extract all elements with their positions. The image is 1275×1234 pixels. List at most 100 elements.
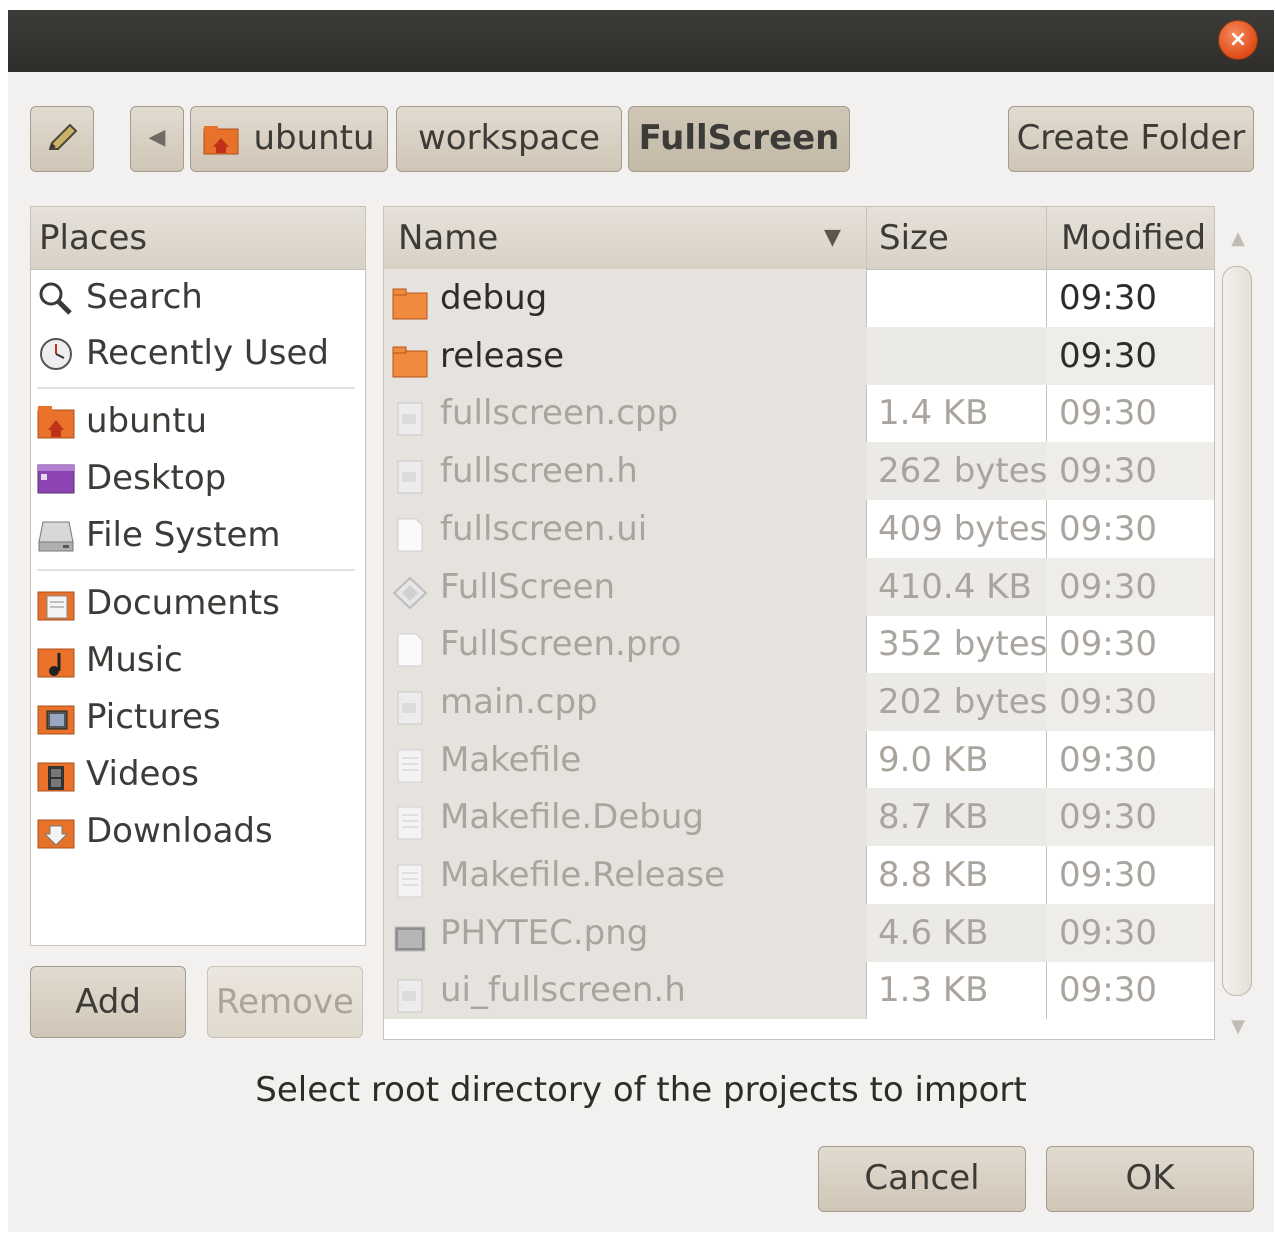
crumb-workspace[interactable]: workspace: [396, 106, 622, 172]
dialog-message: Select root directory of the projects to…: [255, 1070, 1027, 1110]
file-row[interactable]: FullScreen 410.4 KB 09:30: [384, 557, 1214, 616]
downloads-folder-icon: [37, 819, 75, 849]
file-modified: 09:30: [1059, 912, 1157, 953]
places-item-label: Music: [86, 640, 183, 680]
places-item-recently-used[interactable]: Recently Used: [31, 325, 365, 381]
clock-icon: [40, 338, 72, 370]
places-separator: [37, 387, 355, 389]
file-name: debug: [440, 278, 548, 318]
cancel-button[interactable]: Cancel: [818, 1146, 1026, 1212]
remove-bookmark-button[interactable]: Remove: [207, 966, 363, 1038]
file-chooser-dialog: × ◀ ubuntu workspace FullScreen Create F…: [8, 10, 1274, 1232]
file-name: Makefile.Debug: [440, 797, 704, 838]
file-name: main.cpp: [440, 681, 598, 722]
column-header-name[interactable]: Name: [398, 207, 498, 269]
file-row[interactable]: release 09:30: [384, 326, 1214, 385]
add-bookmark-button[interactable]: Add: [30, 966, 186, 1038]
places-item-file-system[interactable]: File System: [31, 507, 365, 563]
places-item-ubuntu[interactable]: ubuntu: [31, 393, 365, 449]
file-modified: 09:30: [1059, 624, 1157, 665]
file-modified: 09:30: [1059, 855, 1157, 895]
file-name: release: [440, 335, 564, 376]
places-item-label: Desktop: [86, 458, 227, 498]
file-name: fullscreen.cpp: [440, 393, 679, 434]
create-folder-button[interactable]: Create Folder: [1008, 106, 1254, 172]
executable-icon: [392, 570, 428, 609]
close-button[interactable]: ×: [1218, 20, 1258, 60]
file-name: Makefile: [440, 739, 582, 780]
desktop-icon: [37, 464, 75, 494]
places-item-music[interactable]: Music: [31, 632, 365, 688]
crumb-fullscreen[interactable]: FullScreen: [628, 106, 850, 172]
file-row[interactable]: Makefile 9.0 KB 09:30: [384, 730, 1214, 789]
file-modified: 09:30: [1059, 970, 1157, 1011]
pictures-folder-icon: [37, 705, 75, 735]
file-modified: 09:30: [1059, 681, 1157, 722]
file-size: 4.6 KB: [878, 912, 989, 953]
path-back-button[interactable]: ◀: [130, 106, 184, 172]
file-size: 262 bytes: [878, 451, 1048, 492]
folder-icon: [392, 281, 428, 320]
places-item-label: Downloads: [86, 811, 273, 851]
file-name: fullscreen.ui: [440, 508, 648, 549]
file-modified: 09:30: [1059, 566, 1157, 607]
file-list-scrollbar[interactable]: ▲ ▼: [1220, 220, 1256, 1040]
file-row[interactable]: main.cpp 202 bytes 09:30: [384, 672, 1214, 731]
places-item-documents[interactable]: Documents: [31, 575, 365, 631]
crumb-ubuntu[interactable]: ubuntu: [190, 106, 388, 172]
places-item-downloads[interactable]: Downloads: [31, 803, 365, 859]
file-row[interactable]: PHYTEC.png 4.6 KB 09:30: [384, 903, 1214, 962]
file-name: PHYTEC.png: [440, 912, 649, 953]
crumb-label: ubuntu: [253, 118, 375, 158]
places-item-pictures[interactable]: Pictures: [31, 689, 365, 745]
image-file-icon: [392, 916, 428, 952]
scrollbar-thumb[interactable]: [1222, 266, 1252, 996]
file-size: 8.8 KB: [878, 855, 989, 895]
file-modified: 09:30: [1059, 739, 1157, 780]
file-row[interactable]: FullScreen.pro 352 bytes 09:30: [384, 615, 1214, 674]
sort-descending-icon: ▼: [824, 225, 841, 250]
music-folder-icon: [37, 648, 75, 678]
search-icon: [39, 282, 72, 315]
text-file-icon: [392, 743, 428, 783]
column-header-modified[interactable]: Modified: [1061, 207, 1206, 269]
file-row[interactable]: fullscreen.ui 409 bytes 09:30: [384, 499, 1214, 558]
source-file-icon: [392, 685, 428, 725]
file-row[interactable]: fullscreen.h 262 bytes 09:30: [384, 442, 1214, 501]
places-item-label: Pictures: [86, 697, 221, 737]
documents-folder-icon: [37, 591, 75, 621]
file-modified: 09:30: [1059, 335, 1157, 376]
file-list[interactable]: Name ▼ Size Modified debug 09:30 release 09…: [383, 206, 1215, 1040]
file-row[interactable]: Makefile.Debug 8.7 KB 09:30: [384, 788, 1214, 847]
column-header-size[interactable]: Size: [879, 207, 949, 269]
file-name: ui_fullscreen.h: [440, 970, 686, 1011]
file-modified: 09:30: [1059, 278, 1157, 318]
places-item-label: Documents: [86, 583, 280, 623]
places-item-videos[interactable]: Videos: [31, 746, 365, 802]
file-row[interactable]: ui_fullscreen.h 1.3 KB 09:30: [384, 961, 1214, 1020]
file-row[interactable]: debug 09:30: [384, 269, 1214, 327]
scroll-up-icon[interactable]: ▲: [1220, 228, 1256, 249]
title-bar: ×: [8, 10, 1274, 72]
file-size: 1.4 KB: [878, 393, 989, 434]
blank-file-icon: [392, 512, 428, 552]
ok-button[interactable]: OK: [1046, 1146, 1254, 1212]
places-header: Places: [31, 207, 365, 270]
size-cell: [866, 326, 1046, 385]
file-modified: 09:30: [1059, 393, 1157, 434]
size-cell: [866, 269, 1046, 327]
folder-icon: [392, 339, 428, 378]
home-folder-icon: [203, 125, 239, 154]
file-row[interactable]: fullscreen.cpp 1.4 KB 09:30: [384, 384, 1214, 443]
source-file-icon: [392, 454, 428, 494]
edit-location-button[interactable]: [30, 106, 94, 172]
videos-folder-icon: [37, 762, 75, 792]
source-file-icon: [392, 973, 428, 1013]
file-modified: 09:30: [1059, 797, 1157, 838]
file-row[interactable]: Makefile.Release 8.8 KB 09:30: [384, 846, 1214, 904]
places-item-search[interactable]: Search: [31, 269, 365, 325]
places-item-desktop[interactable]: Desktop: [31, 450, 365, 506]
scroll-down-icon[interactable]: ▼: [1220, 1016, 1256, 1037]
file-name: FullScreen: [440, 566, 616, 607]
text-file-icon: [392, 858, 428, 898]
